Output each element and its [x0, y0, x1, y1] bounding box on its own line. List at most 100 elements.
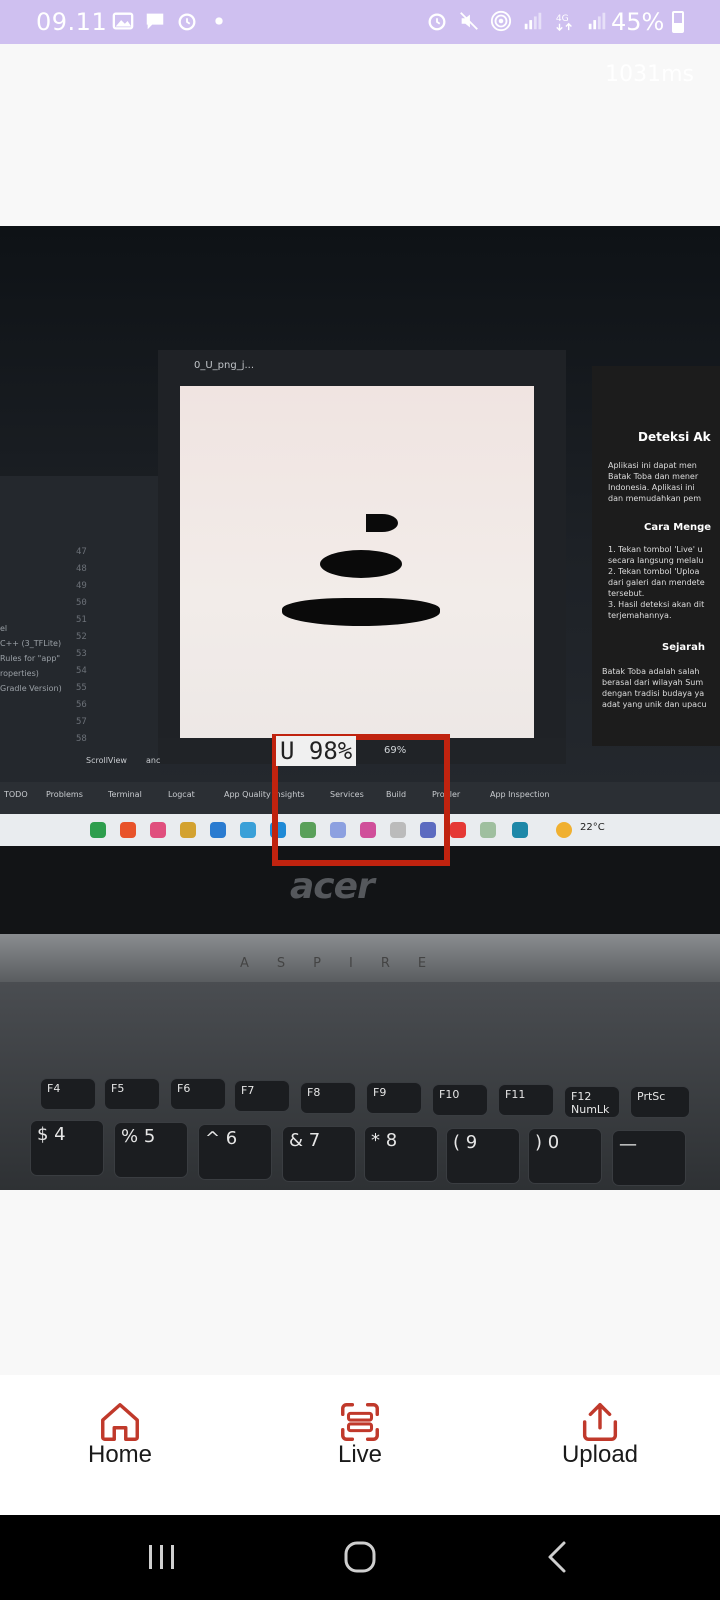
- info-line: 1. Tekan tombol 'Live' u: [608, 545, 703, 554]
- info-line: secara langsung melalu: [608, 556, 704, 565]
- info-line: 2. Tekan tombol 'Uploa: [608, 567, 700, 576]
- laptop-model: ASPIRE: [240, 956, 455, 971]
- alarm-icon: [176, 10, 198, 32]
- hotspot-icon: [490, 10, 512, 32]
- tree-item: C++ (3_TFLite): [0, 639, 62, 648]
- signal-icon: [522, 10, 544, 32]
- key: ^ 6: [198, 1124, 272, 1180]
- line-number: 58: [76, 734, 87, 744]
- ide-project-tree: el C++ (3_TFLite) Rules for "app" ropert…: [0, 621, 62, 696]
- bottom-navigation: Home Live Upload: [0, 1375, 720, 1515]
- key: F9: [366, 1082, 422, 1114]
- battery-percent: 45%: [611, 8, 665, 36]
- key: —: [612, 1130, 686, 1186]
- key: F12 NumLk: [564, 1086, 620, 1118]
- breadcrumb-item: ScrollView: [86, 756, 127, 765]
- info-subtitle: Cara Menge: [644, 522, 712, 533]
- info-line: berasal dari wilayah Sum: [602, 678, 704, 687]
- brave-icon: [120, 822, 136, 838]
- battery-icon: [672, 11, 684, 33]
- nav-upload-button[interactable]: Upload: [480, 1375, 720, 1515]
- info-line: terjemahannya.: [608, 611, 672, 620]
- taskbar-temperature: 22°C: [580, 822, 605, 833]
- tree-item: Rules for "app": [0, 654, 61, 663]
- ide-tab: Problems: [46, 790, 83, 799]
- nav-upload-label: Upload: [561, 1441, 639, 1468]
- line-number: 48: [76, 564, 87, 574]
- folder-icon: [180, 822, 196, 838]
- nav-home-button[interactable]: Home: [0, 1375, 240, 1515]
- key: % 5: [114, 1122, 188, 1178]
- aksara-stroke: [320, 550, 402, 578]
- scan-icon: [341, 1403, 379, 1441]
- line-numbers: 47 48 49 50 51 52 53 54 55 56 57 58: [76, 544, 116, 748]
- mute-icon: [458, 10, 480, 32]
- key: PrtSc: [630, 1086, 690, 1118]
- key: F6: [170, 1078, 226, 1110]
- message-icon: [144, 10, 166, 32]
- line-number: 49: [76, 581, 87, 591]
- nav-live-button[interactable]: Live: [240, 1375, 480, 1515]
- info-line: Indonesia. Aplikasi ini: [608, 483, 695, 492]
- image-icon: [112, 10, 134, 32]
- info-line: adat yang unik dan upacu: [602, 700, 707, 709]
- info-line: dari galeri dan mendete: [608, 578, 705, 587]
- key: & 7: [282, 1126, 356, 1182]
- system-home-button[interactable]: [330, 1537, 390, 1577]
- line-number: 47: [76, 547, 87, 557]
- line-number: 50: [76, 598, 87, 608]
- system-navigation-bar: [0, 1515, 720, 1600]
- info-line: dan memudahkan pem: [608, 494, 702, 503]
- chrome-icon: [90, 822, 106, 838]
- key: * 8: [364, 1126, 438, 1182]
- laptop-brand-logo: acer: [290, 866, 375, 907]
- info-line: tersebut.: [608, 589, 645, 598]
- ide-tab: App Inspection: [490, 790, 550, 799]
- line-number: 53: [76, 649, 87, 659]
- info-line: dengan tradisi budaya ya: [602, 689, 705, 698]
- key: $ 4: [30, 1120, 104, 1176]
- nav-live-label: Live: [337, 1441, 383, 1468]
- inference-time: 1031ms: [605, 62, 694, 87]
- recents-button[interactable]: [132, 1537, 192, 1577]
- ide-tab: Terminal: [108, 790, 142, 799]
- app-icon: [480, 822, 496, 838]
- key: F4: [40, 1078, 96, 1110]
- info-line: 3. Hasil deteksi akan dit: [608, 600, 705, 609]
- app-icon: [210, 822, 226, 838]
- back-icon: [548, 1541, 566, 1573]
- status-time: 09.11: [36, 8, 108, 36]
- alarm-icon: [426, 10, 448, 32]
- dot-icon: [208, 10, 230, 32]
- app-icon: [512, 822, 528, 838]
- key: F7: [234, 1080, 290, 1112]
- key: F8: [300, 1082, 356, 1114]
- line-number: 52: [76, 632, 87, 642]
- weather-icon: [556, 822, 572, 838]
- battery-level: 45%: [611, 8, 684, 36]
- back-button[interactable]: [530, 1537, 590, 1577]
- key: ) 0: [528, 1128, 602, 1184]
- key: F5: [104, 1078, 160, 1110]
- signal-icon: [586, 10, 608, 32]
- key: F11: [498, 1084, 554, 1116]
- info-line: Batak Toba dan mener: [608, 472, 699, 481]
- line-number: 57: [76, 717, 87, 727]
- tree-item: Gradle Version): [0, 684, 62, 693]
- upload-icon: [582, 1403, 618, 1441]
- photo-viewer-window: 0_U_png_j... 69%: [158, 350, 566, 764]
- recents-icon: [149, 1545, 174, 1569]
- line-number: 55: [76, 683, 87, 693]
- info-steps: 1. Tekan tombol 'Live' u secara langsung…: [608, 544, 705, 621]
- info-title: Deteksi Ak: [638, 430, 711, 444]
- aksara-stroke: [282, 598, 440, 626]
- detection-label: U 98%: [276, 736, 357, 766]
- svg-text:4G: 4G: [556, 13, 569, 24]
- line-number: 54: [76, 666, 87, 676]
- camera-frame: 47 48 49 50 51 52 53 54 55 56 57 58 el C…: [0, 226, 720, 1190]
- key: ( 9: [446, 1128, 520, 1184]
- info-subtitle: Sejarah: [662, 642, 705, 653]
- nav-home-label: Home: [87, 1441, 153, 1468]
- handwritten-paper: [180, 386, 534, 738]
- info-body: Aplikasi ini dapat men Batak Toba dan me…: [608, 460, 701, 504]
